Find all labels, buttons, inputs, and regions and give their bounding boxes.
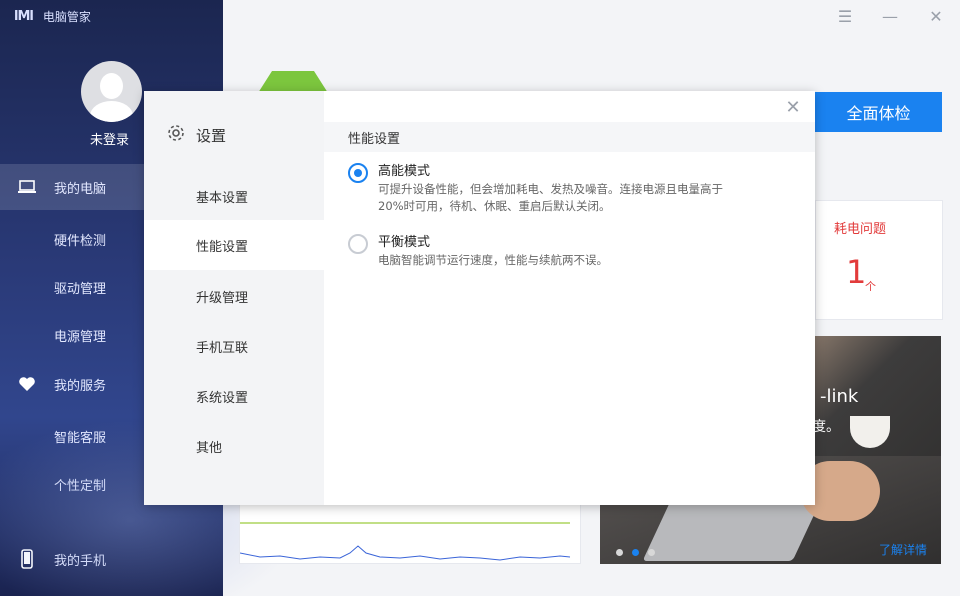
app-brand: lMl 电脑管家	[14, 8, 91, 25]
option-high-performance[interactable]: 高能模式 可提升设备性能，但会增加耗电、发热及噪音。连接电源且电量高于20%时可…	[348, 163, 723, 215]
radio-high-performance[interactable]	[348, 163, 368, 183]
sidebar-item-label: 我的电脑	[54, 181, 107, 197]
carousel-dot[interactable]	[616, 549, 623, 556]
carousel-dot-active[interactable]	[632, 549, 639, 556]
sidebar-item-label: 电源管理	[54, 329, 107, 345]
sidebar-item-my-phone[interactable]: 我的手机	[0, 536, 223, 582]
option-desc: 电脑智能调节运行速度，性能与续航两不误。	[378, 253, 608, 267]
avatar[interactable]	[81, 61, 142, 122]
option-title: 平衡模式	[378, 235, 431, 250]
option-balanced[interactable]: 平衡模式 电脑智能调节运行速度，性能与续航两不误。	[348, 234, 723, 269]
usage-chart	[239, 522, 571, 561]
shield-score-icon	[258, 71, 328, 93]
minimize-button[interactable]: —	[880, 6, 900, 26]
laptop-icon	[17, 177, 37, 197]
power-issue-count: 1	[846, 253, 867, 291]
full-check-button[interactable]: 全面体检	[815, 92, 942, 132]
settings-menu-phone-link[interactable]: 手机互联	[144, 321, 324, 371]
option-title: 高能模式	[378, 164, 431, 179]
settings-menu-other[interactable]: 其他	[144, 421, 324, 471]
settings-menu-performance[interactable]: 性能设置	[144, 220, 324, 270]
learn-more-link[interactable]: 了解详情	[879, 541, 927, 558]
app-title: 电脑管家	[42, 10, 91, 24]
power-issue-card[interactable]: 耗电问题 1 个	[815, 200, 943, 320]
section-title: 性能设置	[324, 122, 815, 152]
promo-headline: -link	[820, 386, 859, 407]
sidebar-item-label: 个性定制	[54, 478, 107, 494]
settings-menu-upgrade[interactable]: 升级管理	[144, 271, 324, 321]
app-logo-icon: lMl	[14, 9, 34, 24]
menu-icon[interactable]: ☰	[835, 6, 855, 26]
carousel-dots[interactable]	[616, 549, 655, 556]
usage-chart-card	[239, 500, 581, 564]
promo-subline: 度。	[812, 419, 840, 435]
sidebar-item-label: 智能客服	[54, 430, 107, 446]
settings-menu-system[interactable]: 系统设置	[144, 371, 324, 421]
promo-cup-image	[850, 416, 890, 448]
gear-icon	[166, 123, 186, 147]
power-issue-unit: 个	[865, 280, 876, 293]
settings-dialog: 设置 基本设置 性能设置 升级管理 手机互联 系统设置 其他 ✕ 性能设置 高能…	[144, 91, 815, 505]
power-issue-title: 耗电问题	[834, 222, 887, 237]
radio-balanced[interactable]	[348, 234, 368, 254]
carousel-dot[interactable]	[648, 549, 655, 556]
sidebar-item-label: 我的手机	[54, 553, 107, 569]
sidebar-item-label: 驱动管理	[54, 281, 107, 297]
heart-icon	[17, 374, 37, 394]
login-status[interactable]: 未登录	[90, 129, 129, 148]
close-button[interactable]: ✕	[926, 6, 946, 26]
settings-header: 设置	[166, 123, 226, 147]
sidebar-item-label: 我的服务	[54, 378, 107, 394]
dialog-close-icon[interactable]: ✕	[783, 97, 803, 118]
settings-menu: 设置 基本设置 性能设置 升级管理 手机互联 系统设置 其他	[144, 91, 324, 505]
sidebar-item-label: 硬件检测	[54, 233, 107, 249]
phone-icon	[17, 549, 37, 569]
option-desc: 可提升设备性能，但会增加耗电、发热及噪音。连接电源且电量高于20%时可用，待机、…	[378, 182, 723, 213]
settings-title: 设置	[196, 126, 227, 145]
settings-menu-basic[interactable]: 基本设置	[144, 171, 324, 221]
